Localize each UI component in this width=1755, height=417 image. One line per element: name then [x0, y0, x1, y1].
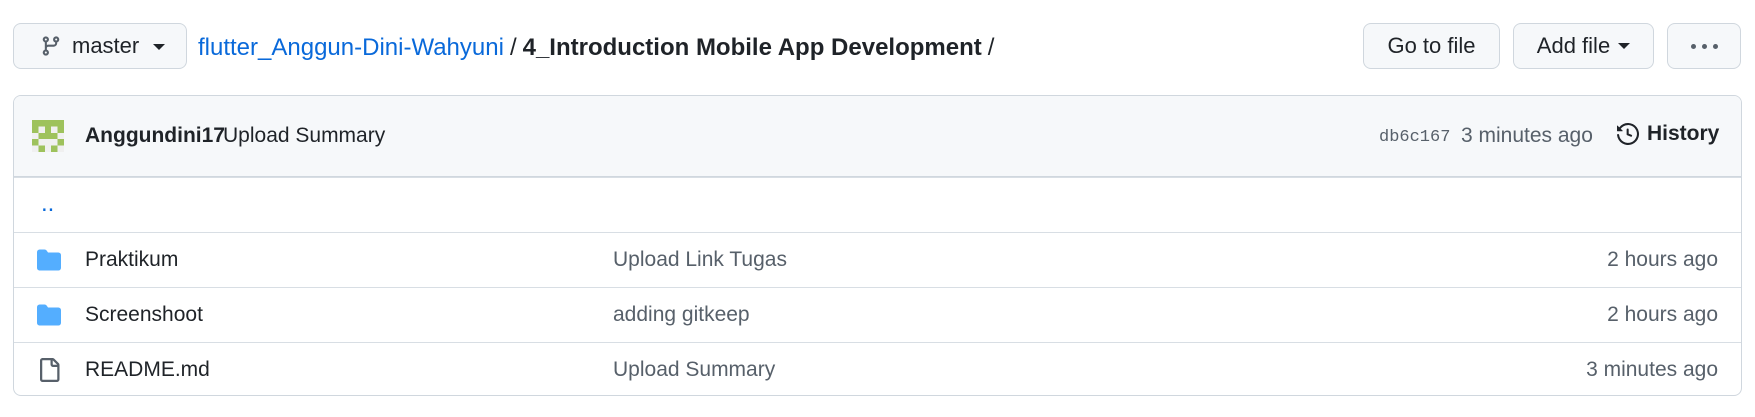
add-file-button[interactable]: Add file [1513, 23, 1654, 69]
file-commit-age: 2 hours ago [1607, 248, 1718, 271]
git-branch-icon [42, 36, 60, 56]
file-row[interactable]: Praktikum Upload Link Tugas 2 hours ago [14, 232, 1741, 287]
parent-directory-row[interactable]: .. [14, 177, 1741, 232]
commit-sha[interactable]: db6c167 [1379, 128, 1450, 147]
add-file-label: Add file [1536, 33, 1611, 58]
file-name-link[interactable]: Praktikum [85, 248, 178, 272]
file-browser: Anggundini17 Upload Summary db6c167 3 mi… [13, 95, 1742, 396]
history-button[interactable]: History [1617, 122, 1719, 146]
go-to-file-button[interactable]: Go to file [1363, 23, 1500, 69]
file-commit-message[interactable]: adding gitkeep [613, 303, 750, 327]
file-row[interactable]: README.md Upload Summary 3 minutes ago [14, 342, 1741, 395]
file-icon [40, 358, 60, 382]
breadcrumb-separator: / [509, 34, 517, 61]
commit-author[interactable]: Anggundini17 [85, 124, 225, 148]
breadcrumb-trailing-separator: / [987, 34, 995, 61]
breadcrumb: flutter_Anggun-Dini-Wahyuni/4_Introducti… [198, 34, 1000, 62]
latest-commit-bar: Anggundini17 Upload Summary db6c167 3 mi… [14, 96, 1741, 177]
file-commit-message[interactable]: Upload Link Tugas [613, 248, 787, 272]
branch-name: master [72, 33, 140, 58]
breadcrumb-current-folder: 4_Introduction Mobile App Development [522, 34, 982, 61]
file-name-link[interactable]: Screenshoot [85, 303, 203, 327]
history-label: History [1647, 122, 1720, 145]
commit-message[interactable]: Upload Summary [223, 124, 385, 148]
branch-selector-button[interactable]: master [13, 23, 187, 69]
history-icon [1617, 123, 1639, 145]
file-name-link[interactable]: README.md [85, 358, 210, 382]
file-commit-age: 2 hours ago [1607, 303, 1718, 326]
parent-directory-link[interactable]: .. [41, 190, 54, 218]
commit-time: 3 minutes ago [1461, 124, 1593, 147]
folder-icon [37, 249, 61, 271]
folder-icon [37, 304, 61, 326]
chevron-down-icon [153, 44, 166, 50]
breadcrumb-repo-link[interactable]: flutter_Anggun-Dini-Wahyuni [198, 34, 504, 61]
file-row[interactable]: Screenshoot adding gitkeep 2 hours ago [14, 287, 1741, 342]
file-commit-age: 3 minutes ago [1586, 358, 1718, 381]
file-commit-message[interactable]: Upload Summary [613, 358, 775, 382]
avatar[interactable] [32, 120, 64, 152]
kebab-horizontal-icon [1690, 43, 1718, 49]
more-options-button[interactable] [1667, 23, 1741, 69]
chevron-down-icon [1618, 43, 1631, 49]
